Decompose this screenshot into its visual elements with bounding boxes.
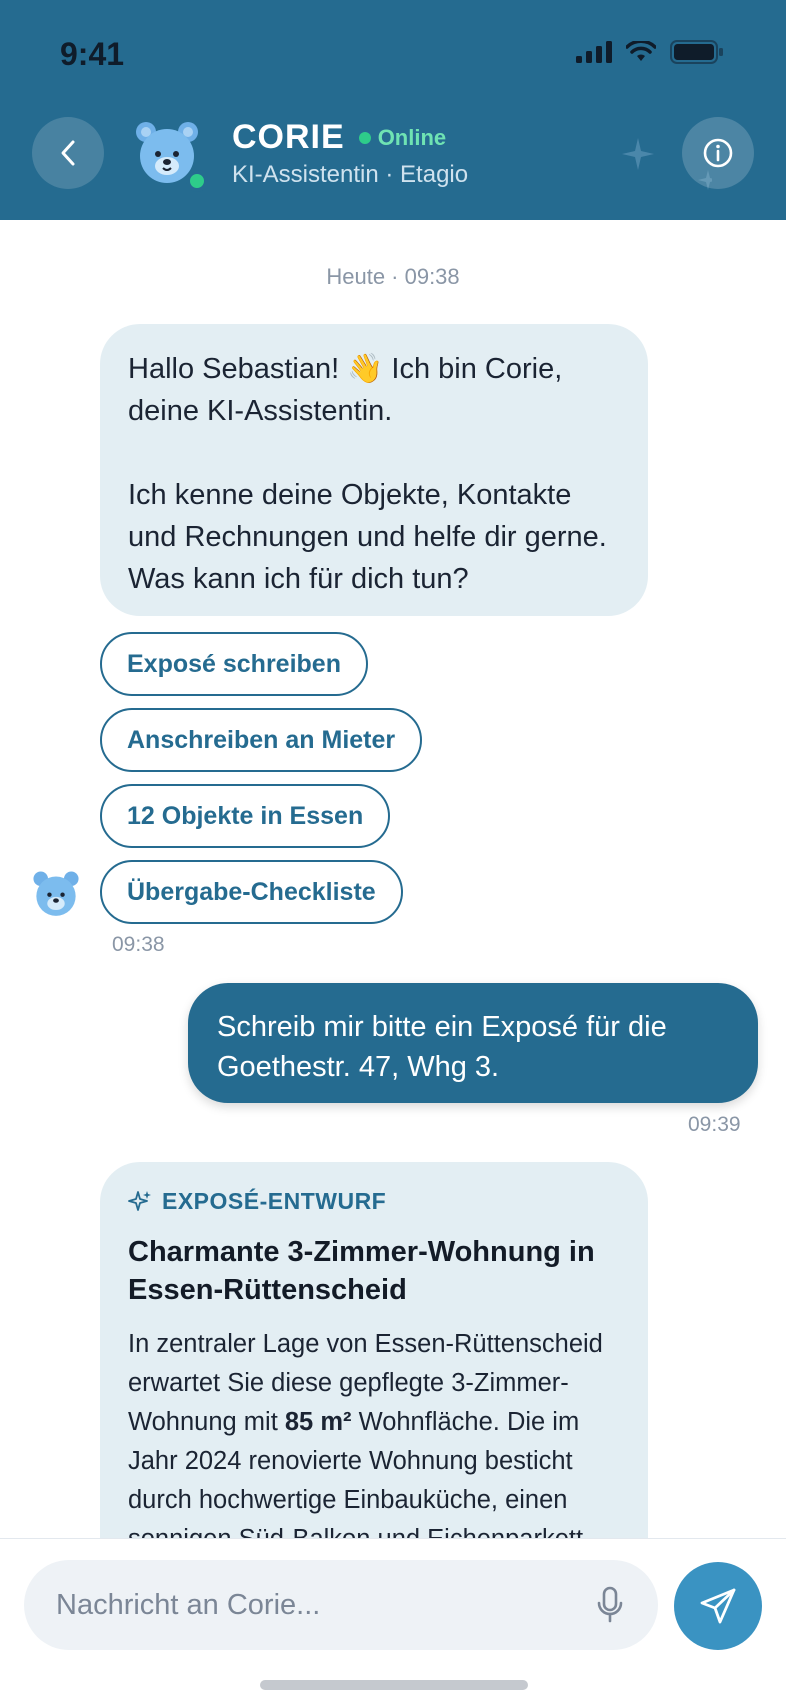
sparkle-icon bbox=[128, 1190, 151, 1211]
message-input[interactable]: Nachricht an Corie... bbox=[24, 1560, 658, 1650]
send-button[interactable] bbox=[674, 1562, 762, 1650]
quick-reply-anschreiben[interactable]: Anschreiben an Mieter bbox=[100, 708, 423, 772]
info-button[interactable] bbox=[682, 117, 754, 189]
status-icons bbox=[576, 40, 724, 64]
signal-icon bbox=[576, 41, 612, 63]
expose-tag-label: EXPOSÉ-ENTWURF bbox=[162, 1188, 387, 1214]
quick-reply-objekte[interactable]: 12 Objekte in Essen bbox=[100, 784, 391, 848]
expose-tag: EXPOSÉ-ENTWURF bbox=[128, 1188, 620, 1215]
bot-message-text-1: Hallo Sebastian! 👋 Ich bin Corie, deine … bbox=[128, 353, 563, 427]
status-time: 9:41 bbox=[60, 36, 125, 72]
bot-message-bubble: Hallo Sebastian! 👋 Ich bin Corie, deine … bbox=[100, 324, 648, 616]
presence-label: Online bbox=[377, 124, 447, 150]
online-indicator bbox=[186, 170, 208, 192]
presence-dot bbox=[358, 131, 371, 144]
user-message-time: 09:39 bbox=[688, 1113, 741, 1136]
expose-body: In zentraler Lage von Essen-Rüttenscheid… bbox=[128, 1325, 620, 1542]
expose-draft-card[interactable]: EXPOSÉ-ENTWURF Charmante 3-Zimmer-Wohnun… bbox=[100, 1162, 648, 1542]
assistant-subtitle: KI-Assistentin · Etagio bbox=[232, 161, 469, 188]
title-row: CORIE Online bbox=[232, 118, 446, 157]
user-message-bubble: Schreib mir bitte ein Exposé für die Goe… bbox=[188, 983, 758, 1103]
battery-icon bbox=[670, 40, 723, 64]
info-icon bbox=[703, 138, 733, 168]
assistant-name: CORIE bbox=[232, 118, 345, 156]
expose-body-area: 85 m² bbox=[284, 1408, 352, 1436]
message-input-placeholder: Nachricht an Corie... bbox=[56, 1588, 321, 1621]
home-indicator[interactable] bbox=[260, 1680, 528, 1690]
chat-header: 9:41 CORIE Online KI-Assistentin · Etagi… bbox=[0, 0, 786, 220]
presence-status: Online bbox=[358, 124, 447, 151]
bot-message-text-2: Ich kenne deine Objekte, Kontakte und Re… bbox=[128, 479, 607, 595]
expose-title: Charmante 3-Zimmer-Wohnung in Essen-Rütt… bbox=[128, 1236, 595, 1306]
user-message-text: Schreib mir bitte ein Exposé für die Goe… bbox=[217, 1011, 667, 1083]
wifi-icon bbox=[626, 41, 656, 61]
microphone-icon[interactable] bbox=[596, 1586, 624, 1624]
date-separator: Heute · 09:38 bbox=[326, 264, 460, 289]
chevron-left-icon bbox=[61, 140, 75, 166]
quick-reply-expose[interactable]: Exposé schreiben bbox=[100, 632, 368, 696]
bot-avatar bbox=[33, 871, 79, 916]
send-icon bbox=[700, 1588, 736, 1624]
quick-reply-checkliste[interactable]: Übergabe-Checkliste bbox=[100, 860, 403, 924]
back-button[interactable] bbox=[32, 117, 104, 189]
bot-message-time: 09:38 bbox=[112, 933, 165, 956]
